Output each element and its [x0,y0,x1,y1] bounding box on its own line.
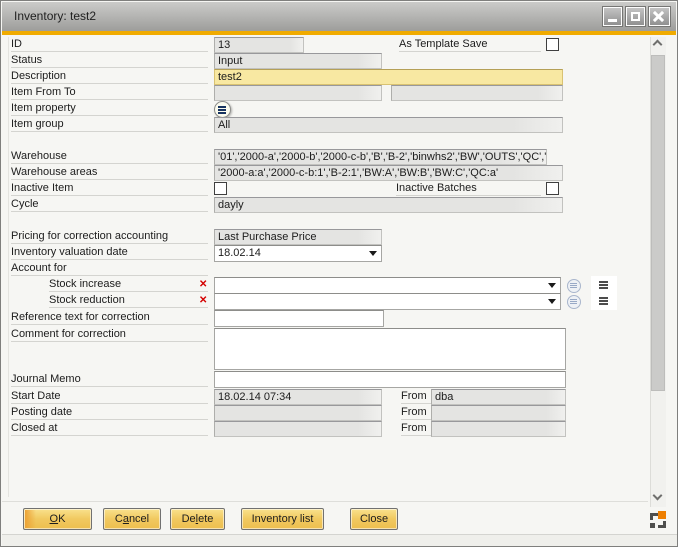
footer-divider [2,501,648,502]
as-template-save-label: As Template Save [399,37,541,52]
stock-increase-label: Stock increase [49,277,208,292]
inventory-valuation-date-value: 18.02.14 [218,246,367,261]
description-label: Description [11,69,208,84]
chevron-up-icon [653,40,663,50]
account-for-label: Account for [11,261,208,276]
start-date-from-label: From [401,389,431,404]
close-footer-button[interactable]: Close [350,508,398,530]
cycle-value: dayly [214,197,563,213]
stock-reduction-combo[interactable] [214,293,561,310]
id-label: ID [11,37,208,52]
minimize-icon [608,19,617,22]
warehouse-label: Warehouse [11,149,208,164]
item-to-field [391,85,563,101]
item-property-browse-button[interactable] [214,101,231,118]
maximize-icon [631,12,640,21]
closed-at-value [214,421,382,437]
inventory-valuation-date-combo[interactable]: 18.02.14 [214,245,382,262]
start-date-value: 18.02.14 07:34 [214,389,382,405]
warehouse-areas-value: '2000-a:a','2000-c-b:1','B-2:1','BW:A','… [214,165,563,181]
closed-at-from-value [431,421,566,437]
description-field[interactable]: test2 [214,69,563,85]
required-x-icon [199,295,209,307]
start-date-from-value: dba [431,389,566,405]
inventory-valuation-date-label: Inventory valuation date [11,245,208,260]
window-title: Inventory: test2 [14,2,96,31]
inactive-batches-label: Inactive Batches [396,181,541,196]
cycle-label: Cycle [11,197,208,212]
as-template-save-checkbox[interactable] [546,38,559,51]
pricing-for-correction-accounting-value: Last Purchase Price [214,229,382,245]
stock-reduction-menu-icon[interactable] [599,297,608,299]
form-resize-icon[interactable] [650,511,667,528]
dropdown-arrow-icon [548,299,556,304]
scroll-down-button[interactable] [650,492,666,507]
stock-reduction-menu-strip [591,292,617,310]
required-x-icon [199,279,209,291]
minimize-button[interactable] [602,6,623,27]
warehouse-areas-label: Warehouse areas [11,165,208,180]
item-from-to-label: Item From To [11,85,208,100]
window-title-bar[interactable]: Inventory: test2 [2,2,676,31]
posting-date-from-value [431,405,566,421]
close-button[interactable] [648,6,671,27]
chevron-down-icon [653,491,663,501]
comment-for-correction-label: Comment for correction [11,327,208,342]
item-from-field [214,85,382,101]
pricing-for-correction-accounting-label: Pricing for correction accounting [11,229,208,244]
closed-at-from-label: From [401,421,431,436]
posting-date-label: Posting date [11,405,208,420]
inventory-list-button[interactable]: Inventory list [241,508,324,530]
status-value: Input [214,53,382,69]
inactive-batches-checkbox[interactable] [546,182,559,195]
choose-from-list-icon [570,299,577,300]
status-label: Status [11,53,208,68]
choose-from-list-icon [570,283,577,284]
stock-increase-combo[interactable] [214,277,561,294]
scroll-up-button[interactable] [650,37,666,52]
closed-at-label: Closed at [11,421,208,436]
posting-date-from-label: From [401,405,431,420]
journal-memo-input[interactable] [214,371,566,388]
comment-for-correction-textarea[interactable] [214,328,566,370]
delete-button[interactable]: Delete [170,508,225,530]
item-property-label: Item property [11,101,208,116]
cancel-button[interactable]: Cancel [103,508,161,530]
list-lines-icon [218,106,226,108]
reference-text-input[interactable] [214,310,384,327]
inventory-dialog-window: Inventory: test2 ID 13 As Template Save … [0,0,678,547]
reference-text-for-correction-label: Reference text for correction [11,310,208,325]
bottom-frame-strip [2,535,678,547]
inactive-item-label: Inactive Item [11,181,208,196]
client-frame-line [8,37,9,497]
item-group-label: Item group [11,117,208,132]
start-date-label: Start Date [11,389,208,404]
item-group-value: All [214,117,563,133]
warehouse-value: '01','2000-a','2000-b','2000-c-b','B','B… [214,149,547,165]
stock-reduction-label: Stock reduction [49,293,208,308]
inactive-item-checkbox[interactable] [214,182,227,195]
dropdown-arrow-icon [548,283,556,288]
posting-date-value [214,405,382,421]
ok-button[interactable]: OK [23,508,92,530]
accent-bar [2,31,676,35]
stock-increase-menu-icon[interactable] [599,281,608,283]
id-value: 13 [214,37,304,53]
scrollbar-thumb[interactable] [651,55,665,391]
maximize-button[interactable] [625,6,646,27]
stock-increase-browse-button[interactable] [567,279,581,293]
dropdown-arrow-icon [369,251,377,256]
journal-memo-label: Journal Memo [11,372,208,387]
stock-reduction-browse-button[interactable] [567,295,581,309]
